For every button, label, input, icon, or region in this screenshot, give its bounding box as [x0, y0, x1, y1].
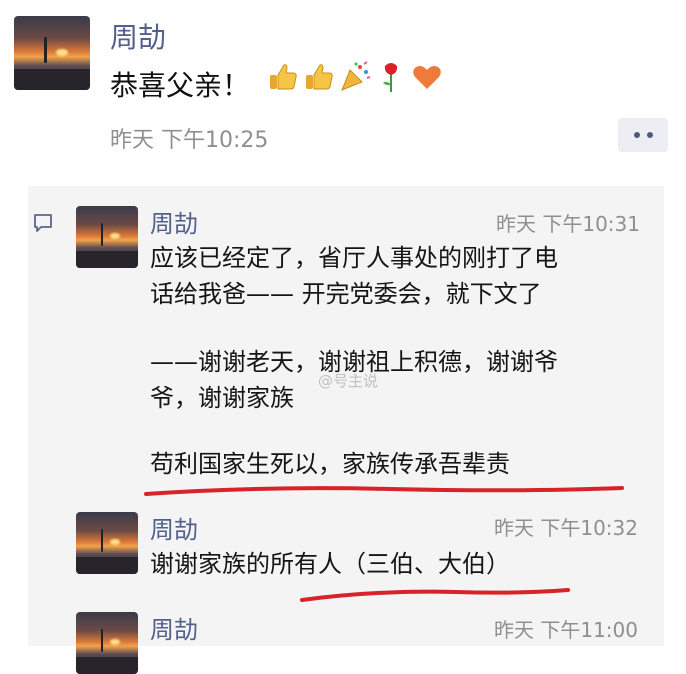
comment-avatar[interactable]: [76, 512, 138, 574]
comment-avatar[interactable]: [76, 612, 138, 674]
post-author-name[interactable]: 周劼: [110, 16, 166, 56]
comment-line: 谢谢家族的所有人（三伯、大伯）: [150, 550, 510, 578]
thumbs-up-icon: [302, 60, 336, 94]
comment-line: 应该已经定了，省厅人事处的刚打了电: [150, 244, 558, 272]
comment-author-name[interactable]: 周劼: [150, 510, 198, 545]
comment-avatar[interactable]: [76, 206, 138, 268]
red-underline: [300, 588, 570, 602]
post-timestamp: 昨天 下午10:25: [110, 128, 269, 153]
more-button[interactable]: [618, 118, 668, 152]
comment-timestamp: 昨天 下午10:31: [496, 212, 640, 236]
author-avatar[interactable]: [14, 16, 90, 90]
comment-timestamp: 昨天 下午11:00: [494, 618, 638, 642]
party-popper-icon: [338, 60, 372, 94]
post-text: 恭喜父亲！: [110, 69, 251, 102]
comment-line: 爷，谢谢家族: [150, 384, 294, 412]
comment-timestamp: 昨天 下午10:32: [494, 516, 638, 540]
comment-author-name[interactable]: 周劼: [150, 610, 198, 645]
thumbs-up-icon: [266, 60, 300, 94]
comment-author-name[interactable]: 周劼: [150, 204, 198, 239]
comment-line: 苟利国家生死以，家族传承吾辈责: [150, 450, 510, 478]
red-underline: [144, 486, 624, 496]
rose-icon: [374, 60, 408, 94]
post-emojis: [266, 60, 444, 94]
watermark: @号主说: [318, 372, 379, 390]
comment-line: 话给我爸—— 开完党委会，就下文了: [150, 280, 542, 308]
comment-icon: [32, 212, 54, 234]
heart-icon: [410, 60, 444, 94]
